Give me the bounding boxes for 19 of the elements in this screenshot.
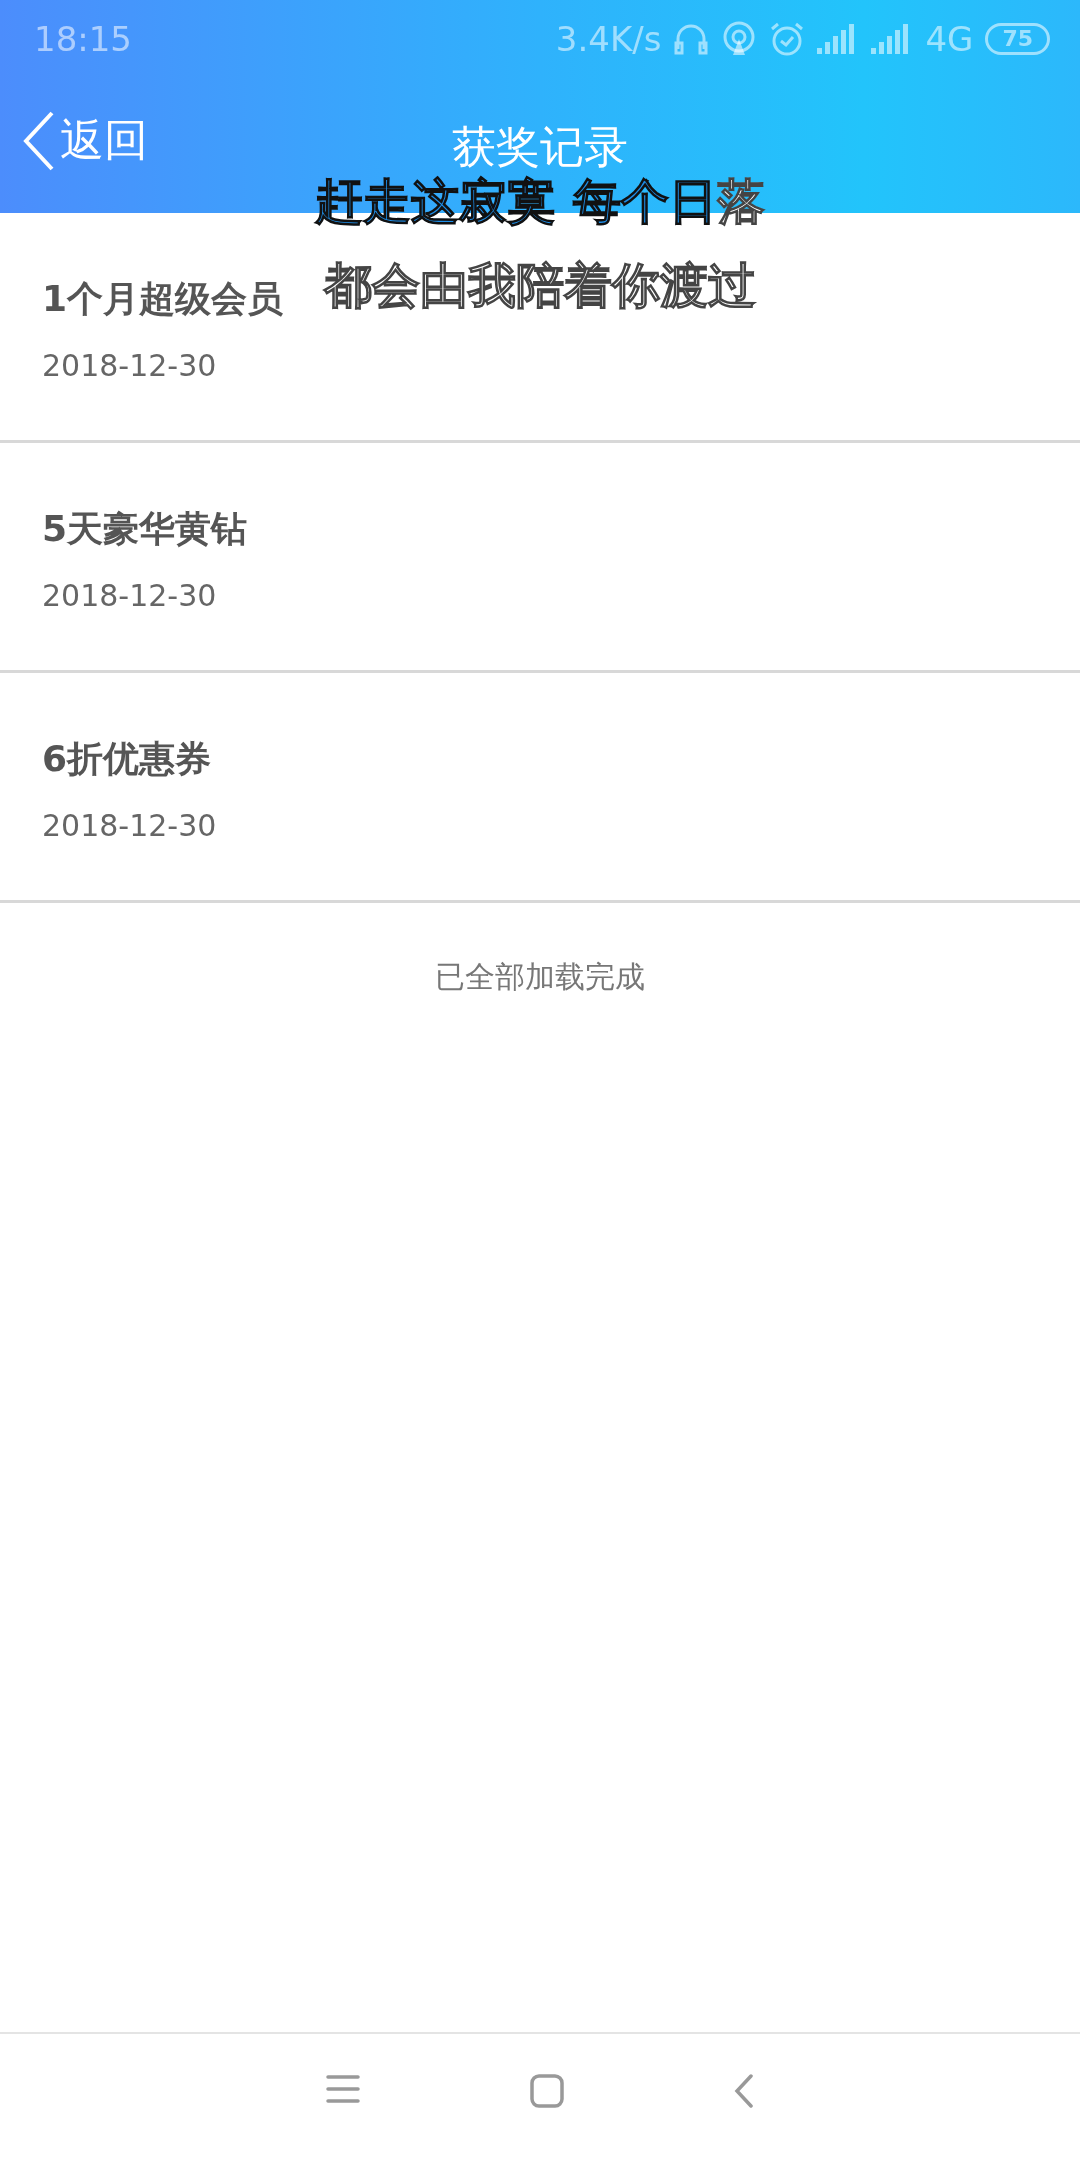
prize-date: 2018-12-30 <box>42 808 217 843</box>
prize-name: 6折优惠券 <box>42 737 212 781</box>
back-button[interactable]: 返回 <box>0 108 154 173</box>
back-icon[interactable] <box>734 2074 754 2108</box>
menu-icon[interactable] <box>326 2074 360 2104</box>
prize-date: 2018-12-30 <box>42 578 217 613</box>
network-speed: 3.4K/s <box>555 19 662 59</box>
battery-indicator: 75 <box>985 23 1050 55</box>
prize-name: 5天豪华黄钻 <box>42 507 248 551</box>
network-type: 4G <box>925 19 974 59</box>
clock: 18:15 <box>34 19 132 59</box>
home-icon[interactable] <box>530 2074 564 2108</box>
prize-date: 2018-12-30 <box>42 348 217 383</box>
chevron-left-icon <box>22 109 56 172</box>
alarm-icon <box>769 21 806 57</box>
lyrics-text: 都会由我陪着你渡过 <box>324 256 756 315</box>
load-complete-text: 已全部加载完成 <box>435 959 645 994</box>
prize-name: 1个月超级会员 <box>42 277 284 321</box>
page-title: 获奖记录 <box>451 120 629 174</box>
